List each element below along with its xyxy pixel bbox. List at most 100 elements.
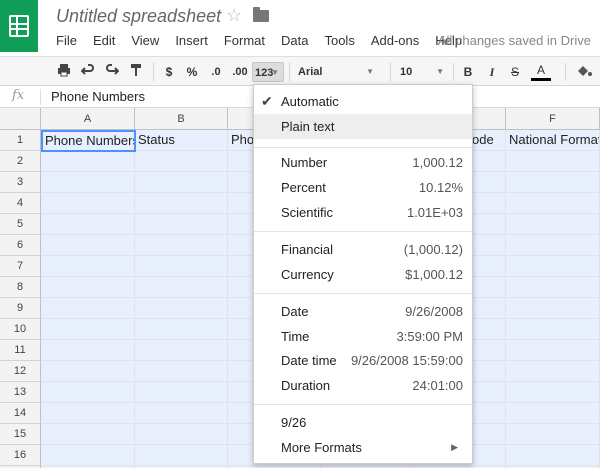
- row-header-12[interactable]: 12: [0, 361, 41, 382]
- format-financial[interactable]: Financial (1,000.12): [254, 237, 472, 262]
- cell-a5[interactable]: [41, 214, 135, 235]
- cell-f5[interactable]: [506, 214, 600, 235]
- number-format-dropdown[interactable]: 123 ▼: [252, 62, 284, 82]
- paint-format-icon[interactable]: [128, 63, 144, 81]
- cell-a8[interactable]: [41, 277, 135, 298]
- cell-b11[interactable]: [135, 340, 228, 361]
- menu-tools[interactable]: Tools: [324, 31, 354, 50]
- row-header-9[interactable]: 9: [0, 298, 41, 319]
- row-header-5[interactable]: 5: [0, 214, 41, 235]
- strikethrough-button[interactable]: S: [508, 63, 522, 81]
- format-scientific[interactable]: Scientific 1.01E+03: [254, 200, 472, 225]
- cell-a2[interactable]: [41, 151, 135, 172]
- menu-file[interactable]: File: [56, 31, 77, 50]
- folder-icon[interactable]: [253, 7, 269, 22]
- document-title[interactable]: Untitled spreadsheet: [56, 6, 221, 27]
- cell-f15[interactable]: [506, 424, 600, 445]
- cell-f2[interactable]: [506, 151, 600, 172]
- row-header-13[interactable]: 13: [0, 382, 41, 403]
- column-header-f[interactable]: F: [506, 108, 600, 130]
- column-header-a[interactable]: A: [41, 108, 135, 130]
- cell-f8[interactable]: [506, 277, 600, 298]
- row-header-10[interactable]: 10: [0, 319, 41, 340]
- format-more-formats[interactable]: More Formats ▶: [254, 435, 472, 460]
- cell-a3[interactable]: [41, 172, 135, 193]
- format-automatic[interactable]: ✔ Automatic: [254, 89, 472, 114]
- row-header-4[interactable]: 4: [0, 193, 41, 214]
- row-header-8[interactable]: 8: [0, 277, 41, 298]
- cell-b4[interactable]: [135, 193, 228, 214]
- row-header-3[interactable]: 3: [0, 172, 41, 193]
- cell-f9[interactable]: [506, 298, 600, 319]
- cell-f10[interactable]: [506, 319, 600, 340]
- row-header-11[interactable]: 11: [0, 340, 41, 361]
- row-header-6[interactable]: 6: [0, 235, 41, 256]
- cell-b13[interactable]: [135, 382, 228, 403]
- currency-format-button[interactable]: $: [162, 63, 176, 81]
- cell-a16[interactable]: [41, 445, 135, 466]
- formula-input[interactable]: Phone Numbers: [51, 89, 145, 104]
- row-header-7[interactable]: 7: [0, 256, 41, 277]
- text-color-button[interactable]: A: [531, 63, 551, 81]
- format-time[interactable]: Time 3:59:00 PM: [254, 324, 472, 349]
- font-family-dropdown[interactable]: Arial ▼: [298, 62, 378, 82]
- menu-add-ons[interactable]: Add-ons: [371, 31, 419, 50]
- row-header-16[interactable]: 16: [0, 445, 41, 466]
- fill-color-icon[interactable]: [574, 63, 594, 81]
- cell-a13[interactable]: [41, 382, 135, 403]
- menu-format[interactable]: Format: [224, 31, 265, 50]
- cell-f7[interactable]: [506, 256, 600, 277]
- format-currency[interactable]: Currency $1,000.12: [254, 262, 472, 287]
- row-header-15[interactable]: 15: [0, 424, 41, 445]
- menu-insert[interactable]: Insert: [175, 31, 208, 50]
- cell-b14[interactable]: [135, 403, 228, 424]
- row-header-1[interactable]: 1: [0, 130, 41, 151]
- cell-f1[interactable]: National Format: [506, 130, 600, 151]
- cell-a15[interactable]: [41, 424, 135, 445]
- cell-b1[interactable]: Status: [135, 130, 228, 151]
- cell-b3[interactable]: [135, 172, 228, 193]
- cell-b8[interactable]: [135, 277, 228, 298]
- decrease-decimals-button[interactable]: .0: [206, 63, 226, 81]
- cell-a11[interactable]: [41, 340, 135, 361]
- select-all-corner[interactable]: [0, 108, 41, 130]
- column-header-b[interactable]: B: [135, 108, 228, 130]
- cell-a7[interactable]: [41, 256, 135, 277]
- cell-f4[interactable]: [506, 193, 600, 214]
- bold-button[interactable]: B: [461, 63, 475, 81]
- cell-b12[interactable]: [135, 361, 228, 382]
- cell-a10[interactable]: [41, 319, 135, 340]
- cell-a6[interactable]: [41, 235, 135, 256]
- cell-a9[interactable]: [41, 298, 135, 319]
- menu-view[interactable]: View: [131, 31, 159, 50]
- cell-b6[interactable]: [135, 235, 228, 256]
- menu-data[interactable]: Data: [281, 31, 308, 50]
- cell-f14[interactable]: [506, 403, 600, 424]
- format-plain-text[interactable]: Plain text: [254, 114, 472, 139]
- redo-icon[interactable]: [104, 63, 120, 81]
- row-header-2[interactable]: 2: [0, 151, 41, 172]
- font-size-dropdown[interactable]: 10 ▼: [400, 62, 448, 82]
- increase-decimals-button[interactable]: .00: [229, 63, 251, 81]
- cell-f13[interactable]: [506, 382, 600, 403]
- cell-f12[interactable]: [506, 361, 600, 382]
- cell-a12[interactable]: [41, 361, 135, 382]
- percent-format-button[interactable]: %: [184, 63, 200, 81]
- cell-f11[interactable]: [506, 340, 600, 361]
- undo-icon[interactable]: [80, 63, 96, 81]
- cell-b9[interactable]: [135, 298, 228, 319]
- format-date-time[interactable]: Date time 9/26/2008 15:59:00: [254, 348, 472, 373]
- format-date[interactable]: Date 9/26/2008: [254, 299, 472, 324]
- cell-a14[interactable]: [41, 403, 135, 424]
- sheets-logo-icon[interactable]: [0, 0, 38, 52]
- cell-b15[interactable]: [135, 424, 228, 445]
- row-header-14[interactable]: 14: [0, 403, 41, 424]
- star-icon[interactable]: ☆: [226, 5, 242, 26]
- cell-a4[interactable]: [41, 193, 135, 214]
- format-number[interactable]: Number 1,000.12: [254, 150, 472, 175]
- italic-button[interactable]: I: [485, 63, 499, 81]
- cell-b7[interactable]: [135, 256, 228, 277]
- cell-f6[interactable]: [506, 235, 600, 256]
- format-percent[interactable]: Percent 10.12%: [254, 175, 472, 200]
- menu-edit[interactable]: Edit: [93, 31, 115, 50]
